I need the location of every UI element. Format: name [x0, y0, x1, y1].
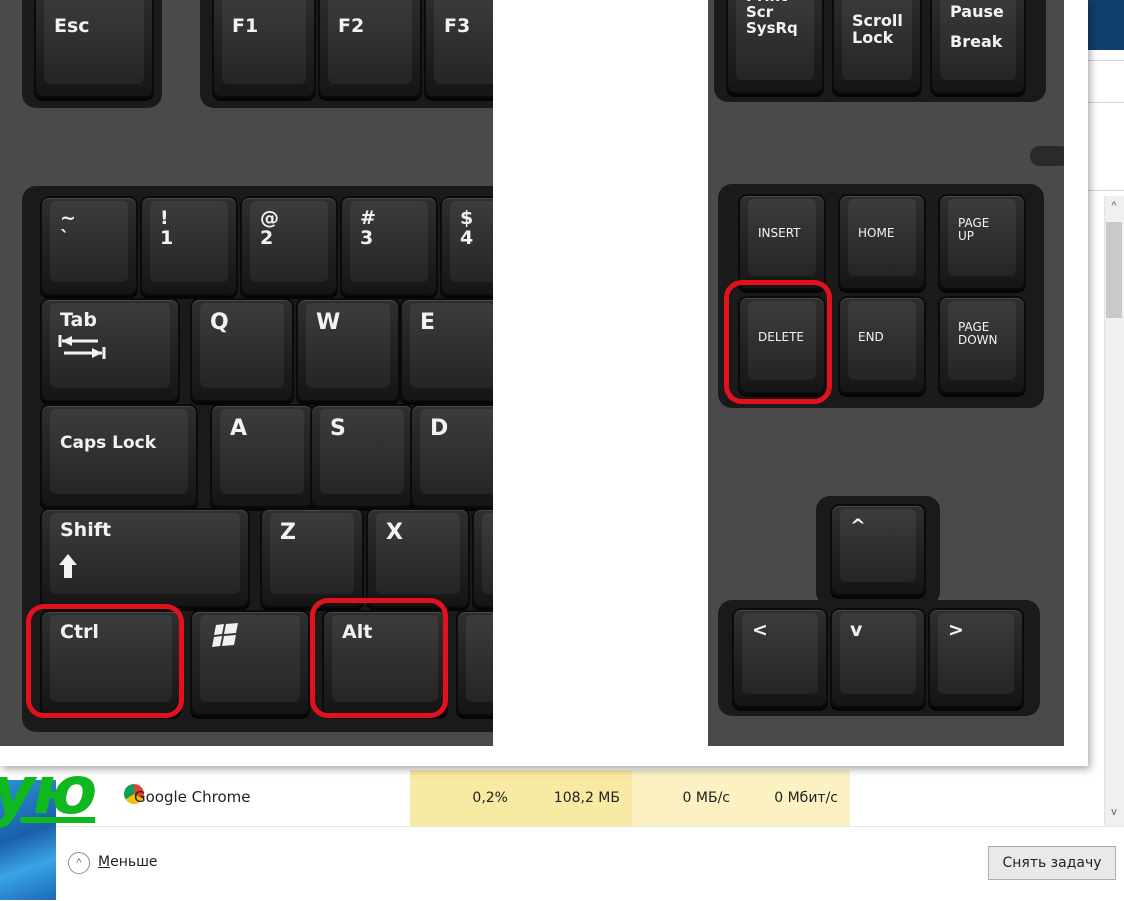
- key-print-screen: Print Scr SysRq: [726, 0, 824, 94]
- arrow-down-icon: v: [850, 619, 863, 641]
- key-a: A: [210, 404, 314, 508]
- key-4: $ 4: [440, 196, 493, 296]
- arrow-right-icon: >: [948, 619, 964, 641]
- keyboard-right-section: Print Scr SysRq Scroll Lock Pause Break …: [708, 0, 1064, 746]
- shift-arrow-icon: [59, 554, 77, 578]
- key-windows: [190, 610, 310, 716]
- key-space: [456, 610, 493, 716]
- key-f3: F3: [424, 0, 493, 98]
- key-arrow-down: v: [830, 608, 926, 708]
- cpu-cell: 0,2%: [410, 770, 520, 826]
- key-page-down: PAGE DOWN: [938, 296, 1026, 394]
- key-2: @ 2: [240, 196, 338, 296]
- highlight-alt: [310, 598, 448, 718]
- key-e: E: [400, 298, 493, 402]
- key-insert: INSERT: [738, 194, 826, 290]
- scroll-up-icon[interactable]: ^: [1104, 198, 1124, 214]
- highlight-ctrl: [26, 604, 184, 718]
- tab-arrows-icon: [58, 335, 106, 359]
- key-home: HOME: [838, 194, 926, 290]
- key-pause-break: Pause Break: [930, 0, 1026, 94]
- less-details-link[interactable]: Меньше: [98, 854, 158, 870]
- key-arrow-up: ^: [830, 504, 926, 596]
- key-3: # 3: [340, 196, 438, 296]
- key-z: Z: [260, 508, 364, 608]
- key-end: END: [838, 296, 926, 394]
- highlight-delete: [724, 280, 832, 404]
- key-arrow-right: >: [928, 608, 1024, 708]
- key-shift: Shift: [40, 508, 250, 608]
- key-esc: Esc: [34, 0, 154, 98]
- keyboard-left-section: Esc F1 F2 F3 ~ ` ! 1 @ 2 # 3 $ 4 Tab Q W…: [0, 0, 493, 746]
- key-1: ! 1: [140, 196, 238, 296]
- key-page-up: PAGE UP: [938, 194, 1026, 290]
- scroll-down-icon[interactable]: v: [1104, 804, 1124, 820]
- end-task-button[interactable]: Снять задачу: [988, 846, 1116, 880]
- key-f2: F2: [318, 0, 422, 98]
- arrow-left-icon: <: [752, 619, 768, 641]
- key-arrow-left: <: [732, 608, 828, 708]
- windows-logo-icon: [212, 623, 238, 647]
- network-cell: 0 Мбит/с: [742, 770, 850, 826]
- memory-cell: 108,2 МБ: [520, 770, 632, 826]
- key-tab: Tab: [40, 298, 180, 402]
- scrollbar-thumb[interactable]: [1106, 222, 1122, 318]
- arrow-up-icon: ^: [850, 515, 866, 537]
- footer-bar: [0, 826, 1124, 901]
- key-f1: F1: [212, 0, 316, 98]
- key-s: S: [310, 404, 414, 508]
- key-c: [472, 508, 493, 608]
- key-q: Q: [190, 298, 294, 402]
- key-scroll-lock: Scroll Lock: [832, 0, 922, 94]
- key-x: X: [366, 508, 470, 608]
- key-w: W: [296, 298, 400, 402]
- key-caps-lock: Caps Lock: [40, 404, 198, 508]
- process-name: Google Chrome: [134, 788, 251, 806]
- disk-cell: 0 МБ/с: [632, 770, 742, 826]
- key-tilde: ~ `: [40, 196, 138, 296]
- collapse-details-icon[interactable]: ^: [68, 852, 90, 874]
- indicator-light: [1030, 146, 1064, 166]
- key-d: D: [410, 404, 493, 508]
